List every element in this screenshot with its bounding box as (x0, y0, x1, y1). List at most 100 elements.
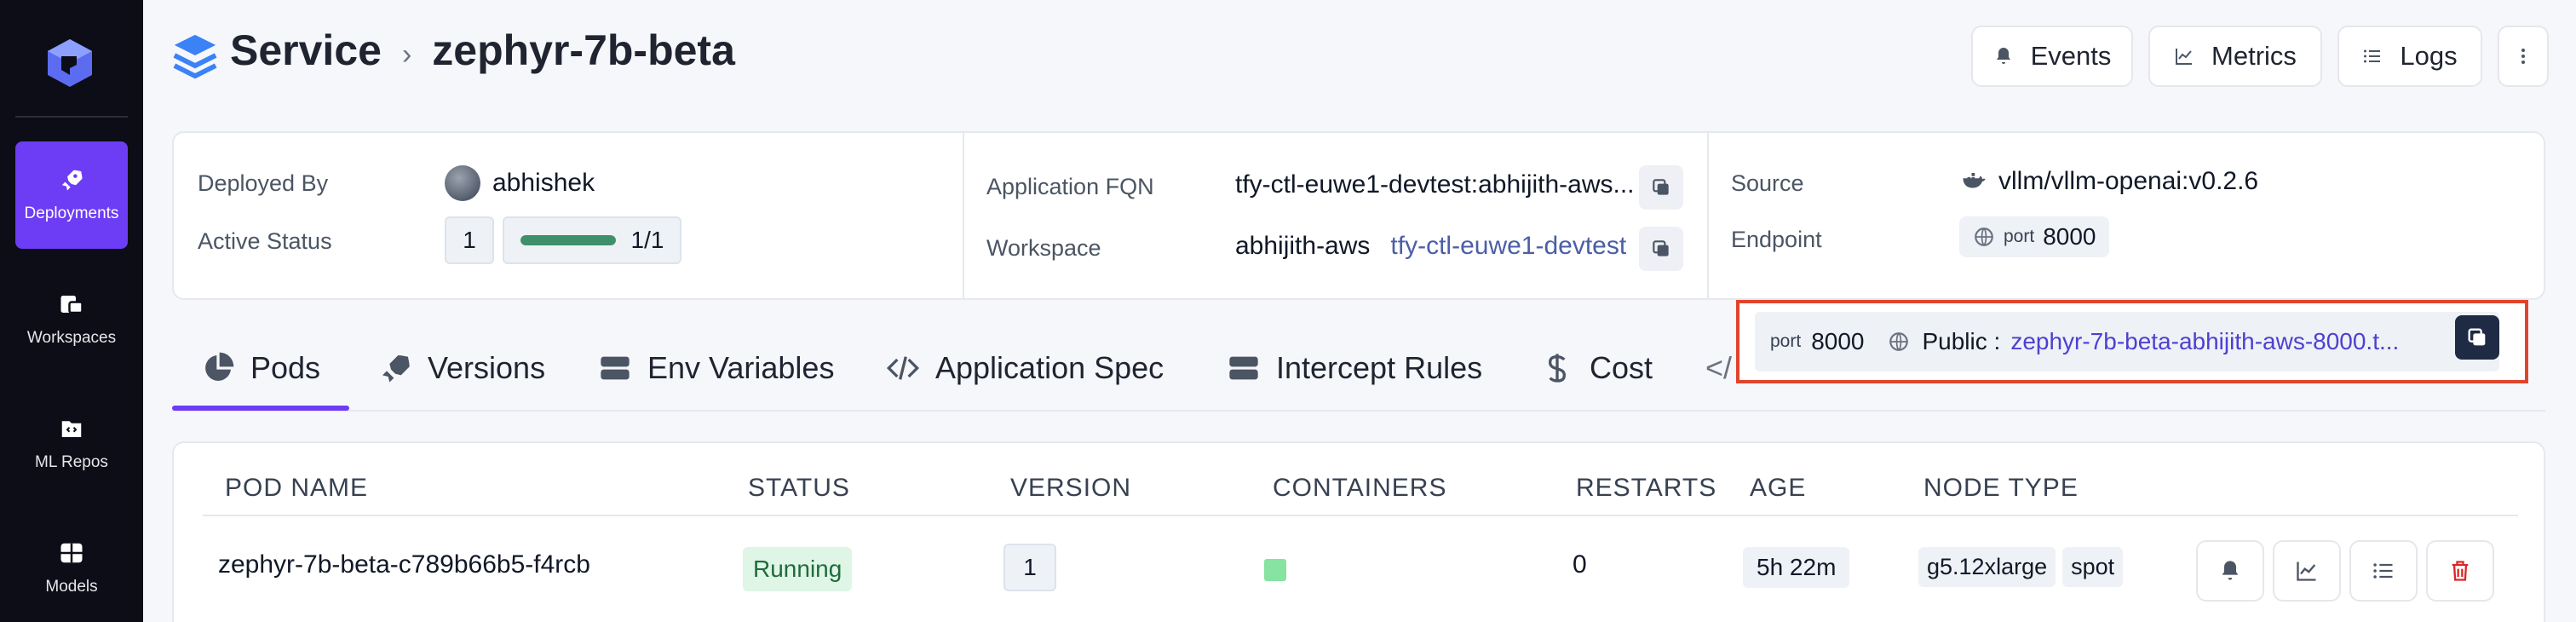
events-button[interactable]: Events (1971, 26, 2133, 87)
pie-chart-icon (205, 352, 234, 381)
deployed-by-value: abhishek (445, 165, 595, 201)
endpoint-popup: port 8000 Public : zephyr-7b-beta-abhiji… (1736, 300, 2528, 383)
container-status[interactable] (1264, 559, 1286, 581)
layers-icon (173, 34, 217, 79)
models-icon (60, 543, 83, 563)
workspace-label: Workspace (986, 235, 1101, 261)
breadcrumb-service[interactable]: Service (230, 26, 382, 75)
node-type-chip: g5.12xlarge (1918, 547, 2056, 587)
metrics-label: Metrics (2211, 41, 2297, 71)
sidebar-item-label: Models (45, 578, 98, 596)
copy-endpoint-button[interactable] (2455, 315, 2499, 360)
sidebar-item-label: Deployments (24, 204, 119, 222)
fqn-label: Application FQN (986, 174, 1154, 199)
logs-label: Logs (2400, 41, 2458, 71)
avatar (445, 165, 480, 201)
active-status-label: Active Status (198, 228, 332, 254)
tab-more[interactable]: </ (1705, 332, 1732, 404)
events-label: Events (2030, 41, 2112, 71)
copy-workspace-button[interactable] (1639, 227, 1683, 271)
pod-events-button[interactable] (2196, 540, 2264, 602)
bell-icon (2222, 561, 2239, 580)
copy-icon (1653, 240, 1669, 256)
col-header-version: VERSION (1010, 474, 1132, 502)
code-icon (886, 356, 920, 380)
age-chip: 5h 22m (1743, 547, 1850, 588)
sidebar-item-workspaces[interactable]: Workspaces (15, 266, 128, 373)
tab-application-spec[interactable]: Application Spec (886, 332, 1164, 404)
status-badge: Running (743, 547, 853, 591)
tab-env-variables[interactable]: Env Variables (598, 332, 834, 404)
tab-label: Application Spec (935, 350, 1164, 385)
docker-icon (1963, 173, 1986, 188)
metrics-button[interactable]: Metrics (2148, 26, 2322, 87)
service-info-card: Deployed By abhishek Active Status 1 1/1… (172, 131, 2545, 300)
table-header-divider (203, 515, 2518, 516)
tab-pods[interactable]: Pods (201, 332, 320, 404)
service-name: zephyr-7b-beta (432, 26, 735, 74)
active-progress-bar (520, 235, 616, 245)
info-column-application: Application FQN tfy-ctl-euwe1-devtest:ab… (963, 133, 1707, 298)
endpoint-label: Endpoint (1731, 227, 1822, 252)
active-ratio: 1/1 (630, 227, 664, 253)
capacity-chip: spot (2062, 547, 2124, 587)
active-count-chip: 1 (445, 216, 494, 264)
tab-intercept-rules[interactable]: Intercept Rules (1227, 332, 1482, 404)
pod-delete-button[interactable] (2426, 540, 2494, 602)
tab-label: Intercept Rules (1276, 350, 1483, 385)
pod-name[interactable]: zephyr-7b-beta-c789b66b5-f4rcb (218, 550, 590, 579)
endpoint-port-label: port (2004, 227, 2035, 246)
col-header-age: AGE (1750, 474, 1807, 502)
pod-metrics-button[interactable] (2273, 540, 2341, 602)
sidebar-item-models[interactable]: Models (15, 515, 128, 622)
deployed-by-name: abhishek (492, 169, 595, 197)
chart-line-icon (2176, 49, 2193, 65)
bell-icon (1996, 48, 2010, 64)
logs-button[interactable]: Logs (2337, 26, 2482, 87)
list-icon (2364, 49, 2381, 63)
sidebar-item-label: ML Repos (35, 453, 108, 471)
rocket-icon (382, 355, 410, 383)
truefoundry-logo[interactable] (44, 37, 95, 89)
version-value: 1 (1003, 544, 1056, 591)
endpoint-url-row: port 8000 Public : zephyr-7b-beta-abhiji… (1755, 312, 2499, 371)
col-header-status: STATUS (748, 474, 850, 502)
sidebar: Deployments Workspaces ML Repos Models (0, 0, 143, 622)
chart-line-icon (2297, 562, 2316, 581)
popup-port-label: port (1770, 331, 1802, 351)
more-options-button[interactable] (2498, 26, 2549, 87)
source-label: Source (1731, 170, 1804, 196)
repo-icon (61, 421, 82, 437)
active-status-chip: 1/1 (503, 216, 681, 264)
version-chip: 1 (1003, 544, 1056, 591)
popup-port: 8000 (1811, 328, 1865, 354)
globe-icon (1889, 332, 1909, 351)
sidebar-item-label: Workspaces (26, 329, 117, 347)
sidebar-item-deployments[interactable]: Deployments (15, 141, 128, 249)
container-indicator (1264, 559, 1286, 581)
trash-icon (2452, 561, 2469, 581)
workspace-value: abhijith-aws tfy-ctl-euwe1-devtest (1235, 232, 1626, 261)
workspace-name[interactable]: abhijith-aws (1235, 232, 1370, 261)
server-icon (1229, 356, 1258, 380)
endpoint-chip[interactable]: port 8000 (1959, 216, 2110, 257)
server-icon (601, 356, 630, 380)
col-header-containers: CONTAINERS (1273, 474, 1447, 502)
globe-icon (1975, 227, 1993, 246)
pod-logs-button[interactable] (2349, 540, 2418, 602)
copy-fqn-button[interactable] (1639, 165, 1683, 210)
sidebar-item-ml-repos[interactable]: ML Repos (15, 390, 128, 498)
breadcrumb-separator: › (401, 37, 412, 71)
copy-icon (2468, 328, 2486, 346)
workspace-cluster-link[interactable]: tfy-ctl-euwe1-devtest (1390, 232, 1626, 261)
tab-cost[interactable]: Cost (1540, 332, 1653, 404)
source-value: vllm/vllm-openai:v0.2.6 (1961, 167, 2258, 196)
popup-endpoint-link[interactable]: zephyr-7b-beta-abhijith-aws-8000.t... (2010, 328, 2399, 355)
tab-versions[interactable]: Versions (378, 332, 545, 404)
node-type: g5.12xlarge spot (1918, 547, 2130, 587)
fqn-value: tfy-ctl-euwe1-devtest:abhijith-aws... (1235, 170, 1635, 199)
rocket-icon (61, 170, 83, 191)
kebab-menu-icon (2521, 49, 2525, 64)
source-image: vllm/vllm-openai:v0.2.6 (1998, 167, 2259, 195)
col-header-restarts: RESTARTS (1576, 474, 1717, 502)
